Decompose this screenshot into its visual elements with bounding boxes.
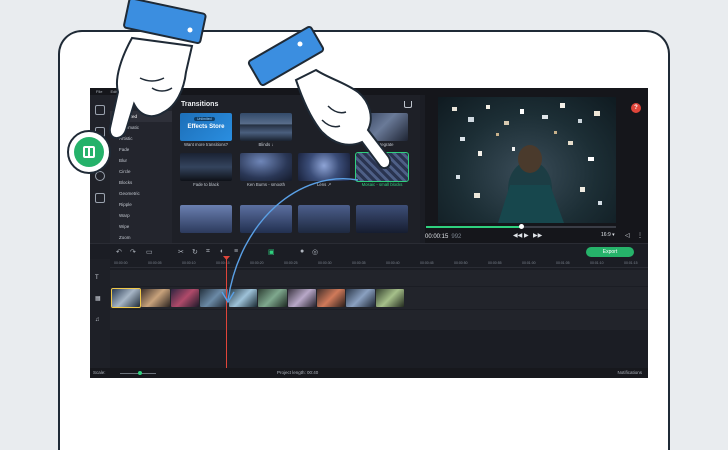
transition-glyph-icon xyxy=(83,146,95,158)
pointing-hand-right xyxy=(247,25,392,170)
pointing-hand-left xyxy=(108,0,207,139)
